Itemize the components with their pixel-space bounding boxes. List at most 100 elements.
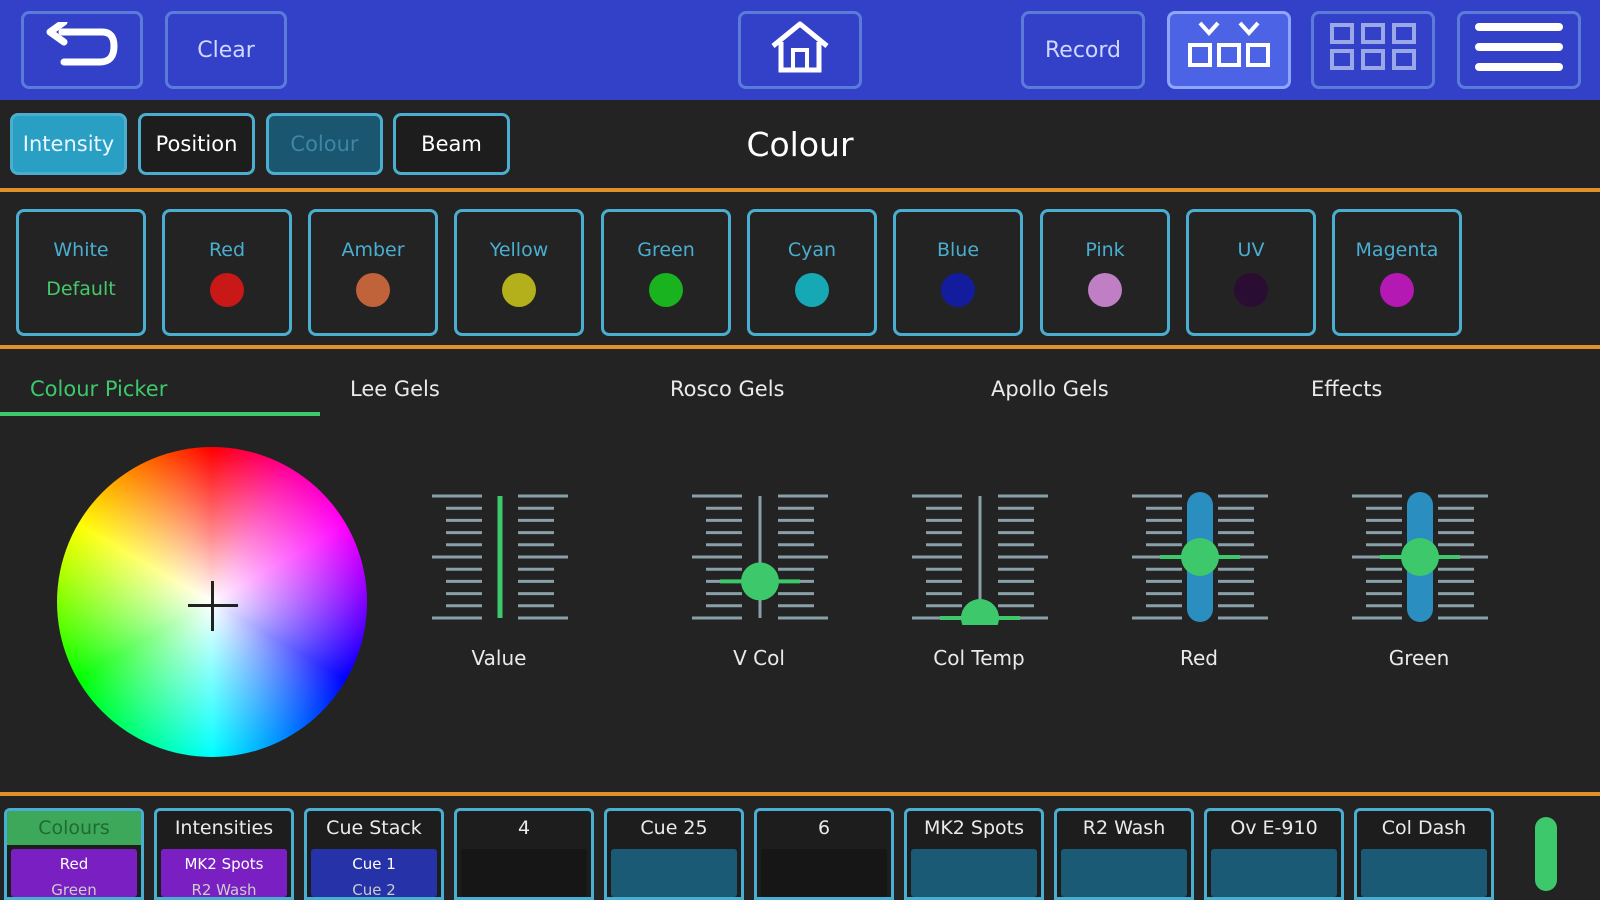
menu-icon (1473, 21, 1565, 79)
color-dot (795, 273, 829, 307)
stack-body (611, 849, 737, 897)
color-dot (210, 273, 244, 307)
swatch-label: Amber (341, 239, 405, 261)
tab-apollo-gels[interactable]: Apollo Gels (991, 377, 1109, 401)
fader-label: Col Temp (933, 646, 1025, 670)
swatch-magenta[interactable]: Magenta (1332, 209, 1462, 336)
fader-label: Green (1388, 646, 1450, 670)
clear-button[interactable]: Clear (165, 11, 287, 89)
fixture-select-icon (1184, 19, 1274, 81)
fader-v-col[interactable] (690, 490, 830, 625)
tab-position[interactable]: Position (138, 113, 255, 175)
stack-line: MK2 Spots (184, 855, 264, 873)
stack-line: R2 Wash (191, 881, 257, 899)
swatch-blue[interactable]: Blue (893, 209, 1023, 336)
swatch-label: Magenta (1355, 239, 1439, 261)
swatch-white[interactable]: White Default (16, 209, 146, 336)
stack-body (911, 849, 1037, 897)
active-tab-underline (0, 412, 320, 416)
scroll-handle[interactable] (1535, 817, 1557, 891)
swatch-label: Blue (936, 239, 980, 261)
tab-colour-picker[interactable]: Colour Picker (30, 377, 167, 401)
fader-value[interactable] (430, 490, 570, 625)
record-label: Record (1044, 37, 1121, 63)
stack-head: Ov E-910 (1230, 817, 1318, 839)
swatch-label: Cyan (787, 239, 837, 261)
fixture-select-button[interactable] (1167, 11, 1291, 89)
swatch-label: Green (637, 239, 695, 261)
color-dot (356, 273, 390, 307)
stack-button-ov-e910[interactable]: Ov E-910 (1204, 808, 1344, 900)
stack-button-r2-wash[interactable]: R2 Wash (1054, 808, 1194, 900)
swatch-pink[interactable]: Pink (1040, 209, 1170, 336)
stack-button-4[interactable]: 4 (454, 808, 594, 900)
color-dot (1234, 273, 1268, 307)
stack-body (1061, 849, 1187, 897)
tab-effects[interactable]: Effects (1311, 377, 1382, 401)
tab-beam-label: Beam (421, 132, 482, 156)
stack-head: Col Dash (1381, 817, 1467, 839)
grid-view-button[interactable] (1311, 11, 1435, 89)
stack-head: Cue Stack (326, 817, 422, 839)
swatch-label: UV (1237, 239, 1265, 261)
fader-label: V Col (733, 646, 785, 670)
stack-button-colours[interactable]: Colours Red Green (4, 808, 144, 900)
fader-label: Value (471, 646, 527, 670)
swatch-green[interactable]: Green (601, 209, 731, 336)
fader-red[interactable] (1130, 490, 1270, 625)
swatch-default-label: Default (46, 278, 116, 300)
stack-line: Green (51, 881, 97, 899)
stack-line: Cue 1 (352, 855, 396, 873)
stack-head: MK2 Spots (923, 817, 1025, 839)
record-button[interactable]: Record (1021, 11, 1145, 89)
clear-label: Clear (197, 37, 255, 63)
stack-head: R2 Wash (1082, 817, 1166, 839)
tab-lee-gels[interactable]: Lee Gels (350, 377, 440, 401)
color-dot (1088, 273, 1122, 307)
tab-intensity[interactable]: Intensity (10, 113, 127, 175)
stack-button-6[interactable]: 6 (754, 808, 894, 900)
stack-head: Colours (7, 811, 141, 845)
fader-col-temp[interactable] (910, 490, 1050, 625)
tab-colour-label: Colour (290, 132, 359, 156)
swatch-cyan[interactable]: Cyan (747, 209, 877, 336)
stack-button-intensities[interactable]: Intensities MK2 Spots R2 Wash (154, 808, 294, 900)
stack-button-col-dash[interactable]: Col Dash (1354, 808, 1494, 900)
tab-colour[interactable]: Colour (266, 113, 383, 175)
stack-body (761, 849, 887, 897)
stack-body: MK2 Spots R2 Wash (161, 849, 287, 897)
swatch-red[interactable]: Red (162, 209, 292, 336)
home-icon (769, 20, 831, 80)
stack-head: Intensities (174, 817, 274, 839)
stack-head: 6 (817, 817, 831, 839)
divider (0, 792, 1600, 796)
stack-button-cue-25[interactable]: Cue 25 (604, 808, 744, 900)
stack-button-cue-stack[interactable]: Cue Stack Cue 1 Cue 2 (304, 808, 444, 900)
menu-button[interactable] (1457, 11, 1581, 89)
divider (0, 345, 1600, 349)
swatch-label: White (53, 239, 109, 261)
home-button[interactable] (738, 11, 862, 89)
stack-body: Cue 1 Cue 2 (311, 849, 437, 897)
swatch-label: Pink (1085, 239, 1125, 261)
color-dot (502, 273, 536, 307)
stack-body (1361, 849, 1487, 897)
page-title: Colour (746, 125, 854, 164)
stack-button-mk2-spots[interactable]: MK2 Spots (904, 808, 1044, 900)
color-dot (649, 273, 683, 307)
swatch-label: Red (208, 239, 246, 261)
stack-head: 4 (517, 817, 531, 839)
color-dot (941, 273, 975, 307)
tab-rosco-gels[interactable]: Rosco Gels (670, 377, 784, 401)
crosshair-icon-vertical (211, 581, 214, 631)
swatch-uv[interactable]: UV (1186, 209, 1316, 336)
swatch-yellow[interactable]: Yellow (454, 209, 584, 336)
stack-body: Red Green (11, 849, 137, 897)
swatch-amber[interactable]: Amber (308, 209, 438, 336)
stack-body (1211, 849, 1337, 897)
stack-head: Cue 25 (640, 817, 708, 839)
undo-button[interactable] (21, 11, 143, 89)
tab-beam[interactable]: Beam (393, 113, 510, 175)
stack-body (461, 849, 587, 897)
fader-green[interactable] (1350, 490, 1490, 625)
